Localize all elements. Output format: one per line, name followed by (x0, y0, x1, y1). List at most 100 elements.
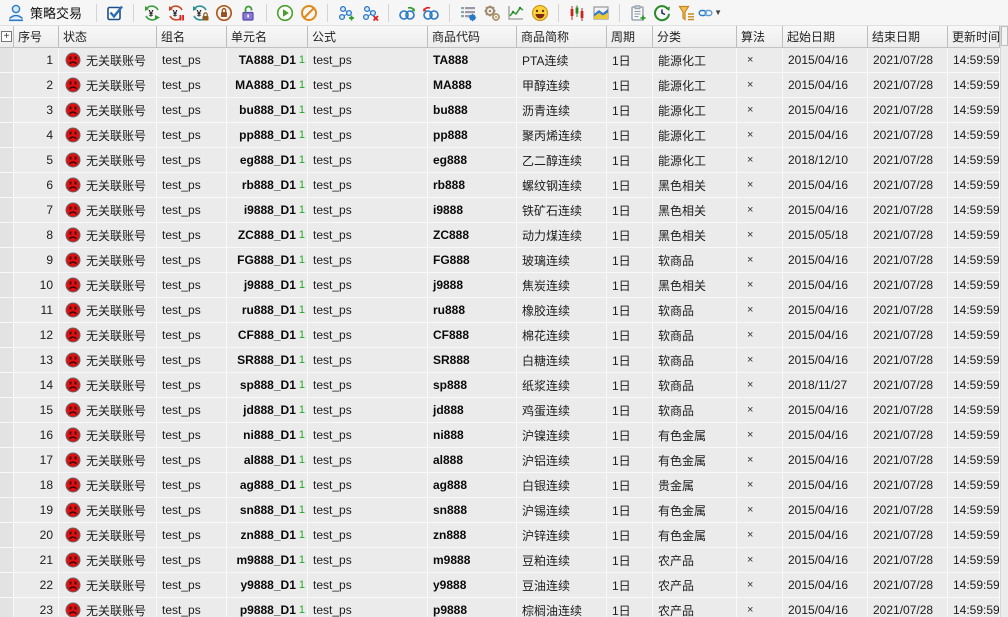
row-handle[interactable] (0, 148, 14, 172)
row-handle[interactable] (0, 373, 14, 397)
kline-chart-icon[interactable] (565, 1, 589, 25)
add-node-icon[interactable] (334, 1, 358, 25)
column-header-category[interactable]: 分类 (653, 26, 737, 48)
refresh-time-icon[interactable] (650, 1, 674, 25)
row-handle[interactable] (0, 573, 14, 597)
table-row[interactable]: 23 无关联账号 test_ps p9888_D1 1 test_ps p988… (0, 598, 1000, 617)
plus-icon[interactable]: + (1, 31, 12, 42)
cell-updated-time: 14:59:59 (948, 223, 1000, 247)
unlock-icon[interactable] (236, 1, 260, 25)
table-row[interactable]: 5 无关联账号 test_ps eg888_D1 1 test_ps eg888… (0, 148, 1000, 173)
new-task-icon[interactable] (626, 1, 650, 25)
table-row[interactable]: 8 无关联账号 test_ps ZC888_D1 1 test_ps ZC888… (0, 223, 1000, 248)
remove-node-icon[interactable] (358, 1, 382, 25)
cell-period: 1日 (607, 248, 653, 272)
column-header-unit[interactable]: 单元名 (227, 26, 308, 48)
column-header-group[interactable]: 组名 (157, 26, 227, 48)
table-row[interactable]: 1 无关联账号 test_ps TA888_D1 1 test_ps TA888… (0, 48, 1000, 73)
table-row[interactable]: 12 无关联账号 test_ps CF888_D1 1 test_ps CF88… (0, 323, 1000, 348)
table-row[interactable]: 6 无关联账号 test_ps rb888_D1 1 test_ps rb888… (0, 173, 1000, 198)
column-header-code[interactable]: 商品代码 (428, 26, 517, 48)
table-row[interactable]: 17 无关联账号 test_ps al888_D1 1 test_ps al88… (0, 448, 1000, 473)
row-handle[interactable] (0, 473, 14, 497)
table-row[interactable]: 15 无关联账号 test_ps jd888_D1 1 test_ps jd88… (0, 398, 1000, 423)
row-handle[interactable] (0, 498, 14, 522)
cell-algo: × (737, 373, 783, 397)
cell-start-date: 2015/04/16 (783, 173, 868, 197)
table-row[interactable]: 20 无关联账号 test_ps zn888_D1 1 test_ps zn88… (0, 523, 1000, 548)
table-row[interactable]: 18 无关联账号 test_ps ag888_D1 1 test_ps ag88… (0, 473, 1000, 498)
link-remove-icon[interactable] (419, 1, 443, 25)
row-handle[interactable] (0, 298, 14, 322)
table-row[interactable]: 10 无关联账号 test_ps j9888_D1 1 test_ps j988… (0, 273, 1000, 298)
column-header-algo[interactable]: 算法 (737, 26, 783, 48)
strategy-check-icon[interactable] (103, 1, 127, 25)
column-header-name[interactable]: 商品简称 (517, 26, 607, 48)
gears-icon[interactable] (480, 1, 504, 25)
cell-unit: zn888_D1 1 (227, 523, 308, 547)
row-handle[interactable] (0, 73, 14, 97)
link-add-icon[interactable] (395, 1, 419, 25)
row-handle[interactable] (0, 98, 14, 122)
row-handle[interactable] (0, 423, 14, 447)
table-row[interactable]: 4 无关联账号 test_ps pp888_D1 1 test_ps pp888… (0, 123, 1000, 148)
table-row[interactable]: 3 无关联账号 test_ps bu888_D1 1 test_ps bu888… (0, 98, 1000, 123)
column-header-period[interactable]: 周期 (607, 26, 653, 48)
money-start-icon[interactable]: ¥ (140, 1, 164, 25)
table-row[interactable]: 21 无关联账号 test_ps m9888_D1 1 test_ps m988… (0, 548, 1000, 573)
row-handle[interactable] (0, 348, 14, 372)
cell-end-date: 2021/07/28 (868, 123, 948, 147)
table-row[interactable]: 13 无关联账号 test_ps SR888_D1 1 test_ps SR88… (0, 348, 1000, 373)
table-row[interactable]: 9 无关联账号 test_ps FG888_D1 1 test_ps FG888… (0, 248, 1000, 273)
row-handle[interactable] (0, 223, 14, 247)
emotion-icon[interactable] (528, 1, 552, 25)
table-row[interactable]: 22 无关联账号 test_ps y9888_D1 1 test_ps y988… (0, 573, 1000, 598)
cell-code: FG888 (428, 248, 517, 272)
equity-chart-icon[interactable] (504, 1, 528, 25)
report-chart-icon[interactable] (589, 1, 613, 25)
cell-index: 12 (14, 323, 59, 347)
row-handle[interactable] (0, 198, 14, 222)
table-row[interactable]: 19 无关联账号 test_ps sn888_D1 1 test_ps sn88… (0, 498, 1000, 523)
column-header-status[interactable]: 状态 (59, 26, 157, 48)
table-row[interactable]: 14 无关联账号 test_ps sp888_D1 1 test_ps sp88… (0, 373, 1000, 398)
row-handle[interactable] (0, 398, 14, 422)
column-header-updated[interactable]: 更新时间 (948, 26, 1000, 48)
money-lock-icon[interactable]: ¥ (188, 1, 212, 25)
column-header-formula[interactable]: 公式 (308, 26, 428, 48)
cell-code: SR888 (428, 348, 517, 372)
row-handle[interactable] (0, 548, 14, 572)
cell-index: 11 (14, 298, 59, 322)
column-header-index[interactable]: 序号 (14, 26, 59, 48)
disable-icon[interactable] (297, 1, 321, 25)
row-handle[interactable] (0, 123, 14, 147)
row-handle[interactable] (0, 448, 14, 472)
cell-start-date: 2015/04/16 (783, 448, 868, 472)
list-settings-icon[interactable] (456, 1, 480, 25)
row-handle[interactable] (0, 173, 14, 197)
cell-start-date: 2015/04/16 (783, 248, 868, 272)
row-handle[interactable] (0, 48, 14, 72)
cell-formula: test_ps (308, 223, 428, 247)
table-row[interactable]: 11 无关联账号 test_ps ru888_D1 1 test_ps ru88… (0, 298, 1000, 323)
row-handle[interactable] (0, 523, 14, 547)
row-handle[interactable] (0, 323, 14, 347)
filter-icon[interactable] (674, 1, 698, 25)
row-handle[interactable] (0, 598, 14, 617)
row-handle[interactable] (0, 248, 14, 272)
money-pause-icon[interactable]: ¥ (164, 1, 188, 25)
run-icon[interactable] (273, 1, 297, 25)
link-share-icon[interactable]: ▼ (698, 1, 722, 25)
row-handle[interactable] (0, 273, 14, 297)
account-lock-icon[interactable] (212, 1, 236, 25)
scrollbar-top-button[interactable] (1001, 26, 1008, 46)
vertical-scrollbar[interactable] (1000, 26, 1008, 617)
cell-period: 1日 (607, 423, 653, 447)
column-header-start[interactable]: 起始日期 (783, 26, 868, 48)
table-row[interactable]: 2 无关联账号 test_ps MA888_D1 1 test_ps MA888… (0, 73, 1000, 98)
cell-unit: SR888_D1 1 (227, 348, 308, 372)
column-header-end[interactable]: 结束日期 (868, 26, 948, 48)
table-row[interactable]: 7 无关联账号 test_ps i9888_D1 1 test_ps i9888… (0, 198, 1000, 223)
table-row[interactable]: 16 无关联账号 test_ps ni888_D1 1 test_ps ni88… (0, 423, 1000, 448)
expand-all-button[interactable]: + (0, 26, 14, 48)
